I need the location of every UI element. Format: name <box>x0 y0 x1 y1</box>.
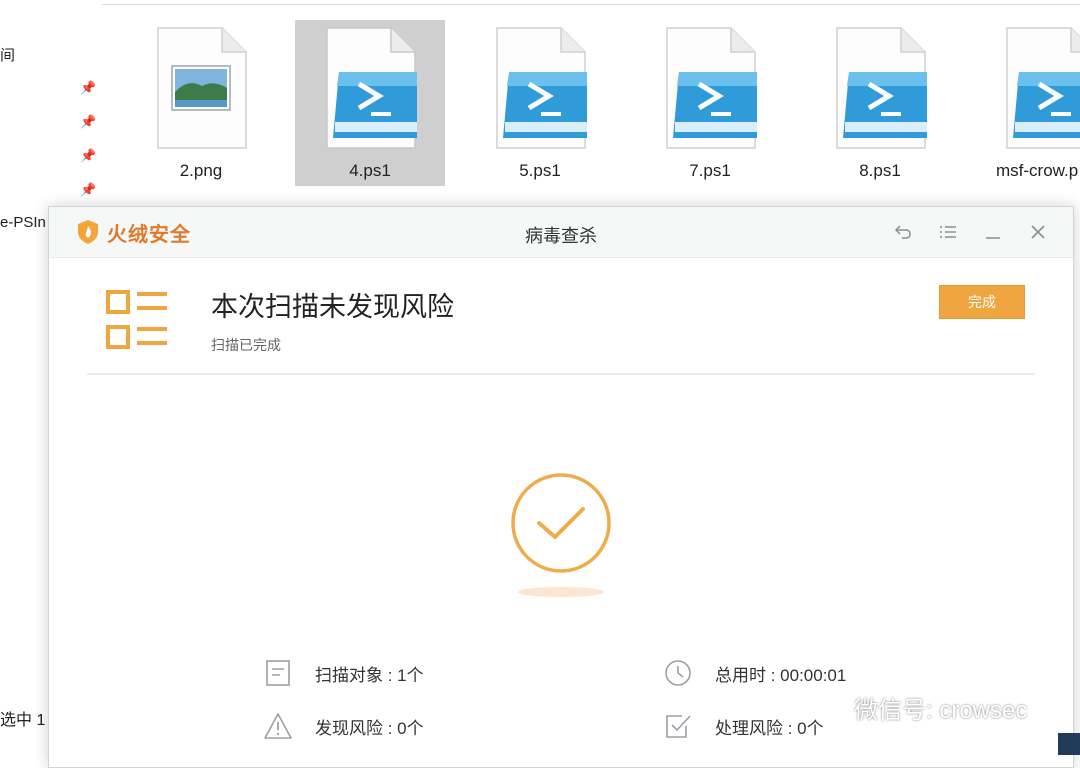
check-circle-icon <box>511 473 611 573</box>
file-item-7-ps1[interactable]: 7.ps1 <box>635 20 785 186</box>
powershell-file-icon <box>326 27 417 149</box>
file-item-2-png[interactable]: 2.png <box>126 20 276 186</box>
pin-icon[interactable]: 📌 <box>80 182 96 198</box>
file-name[interactable]: 8.ps1 <box>805 161 955 181</box>
wechat-icon <box>815 695 845 719</box>
file-name[interactable]: 4.ps1 <box>295 161 445 181</box>
file-name[interactable]: msf-crow.p <box>996 161 1078 181</box>
nav-item-fragment[interactable]: 间 <box>0 44 15 65</box>
powershell-file-icon <box>836 27 927 149</box>
pin-icon[interactable]: 📌 <box>80 114 96 130</box>
image-file-icon <box>157 27 247 149</box>
result-subtitle: 扫描已完成 <box>211 337 281 353</box>
done-button[interactable]: 完成 <box>939 285 1025 319</box>
nav-item-fragment[interactable]: e-PSIn <box>0 214 46 231</box>
stat-risks-found: 发现风险 : 0个 <box>263 711 424 741</box>
powershell-file-icon <box>496 27 587 149</box>
dialog-title: 病毒查杀 <box>525 226 597 246</box>
wechat-watermark: 微信号: crowsec <box>814 690 1027 725</box>
document-icon <box>263 658 293 688</box>
explorer-status-bar: 选中 1 <box>0 712 46 729</box>
stat-total-time: 总用时 : 00:00:01 <box>663 658 846 688</box>
dialog-titlebar[interactable]: 火绒安全 病毒查杀 <box>49 207 1073 258</box>
taskbar-corner <box>1058 733 1080 755</box>
warning-icon <box>263 711 293 741</box>
pin-icon[interactable]: 📌 <box>80 148 96 164</box>
minimize-icon[interactable] <box>981 220 1005 244</box>
file-name[interactable]: 7.ps1 <box>635 161 785 181</box>
clock-icon <box>663 658 693 688</box>
stat-scan-objects: 扫描对象 : 1个 <box>263 658 424 688</box>
powershell-file-icon <box>666 27 757 149</box>
file-name[interactable]: 2.png <box>126 161 276 181</box>
back-icon[interactable] <box>891 220 915 244</box>
file-item-4-ps1[interactable]: 4.ps1 <box>295 20 445 186</box>
watermark-text: 微信号: crowsec <box>854 697 1028 724</box>
checkbox-icon <box>663 711 693 741</box>
close-icon[interactable] <box>1026 220 1050 244</box>
stat-total-time-text: 总用时 : 00:00:01 <box>715 665 847 685</box>
file-item-8-ps1[interactable]: 8.ps1 <box>805 20 955 186</box>
scan-report-icon <box>106 290 167 349</box>
stat-scan-objects-text: 扫描对象 : 1个 <box>315 665 424 685</box>
file-name[interactable]: 5.ps1 <box>465 161 615 181</box>
pin-icon[interactable]: 📌 <box>80 80 96 96</box>
stat-risks-found-text: 发现风险 : 0个 <box>315 718 424 738</box>
explorer-window-edge <box>28 0 1080 5</box>
file-item-msf-crow[interactable]: msf-crow.p <box>975 20 1080 186</box>
stat-risks-handled-text: 处理风险 : 0个 <box>715 718 824 738</box>
result-title: 本次扫描未发现风险 <box>211 292 454 322</box>
menu-icon[interactable] <box>936 220 960 244</box>
stat-risks-handled: 处理风险 : 0个 <box>663 711 824 741</box>
powershell-file-icon <box>1006 27 1080 149</box>
check-shadow <box>518 587 604 597</box>
divider <box>87 373 1035 375</box>
virus-scan-dialog: 火绒安全 病毒查杀 本次扫描未发现风险 扫描已完成 完成 扫描对象: 1个 总… <box>48 206 1074 768</box>
file-item-5-ps1[interactable]: 5.ps1 <box>465 20 615 186</box>
